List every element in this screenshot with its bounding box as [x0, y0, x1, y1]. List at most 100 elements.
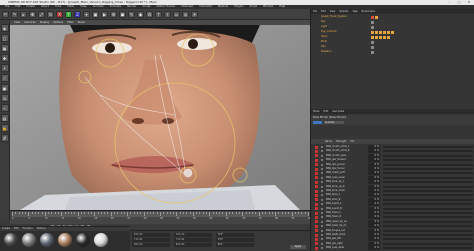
render-settings-icon[interactable]: ⚙	[110, 10, 117, 18]
morph-value[interactable]: 0 %	[368, 193, 380, 198]
material-menu-create[interactable]: Create	[0, 227, 12, 231]
model-mode-icon[interactable]: ◻	[0, 34, 9, 42]
render-view-icon[interactable]: ▣	[92, 10, 99, 18]
tag-icon[interactable]	[371, 40, 374, 44]
material-swatch[interactable]	[22, 233, 36, 247]
object-row[interactable]: Hair	[311, 45, 474, 49]
z-axis-icon[interactable]: Z	[74, 10, 81, 18]
morph-value[interactable]: 0 %	[368, 162, 380, 167]
cube-icon[interactable]: ◼	[119, 10, 126, 18]
morph-value[interactable]: 0 %	[368, 246, 380, 251]
morph-slider[interactable]	[383, 229, 473, 232]
object-menu-view[interactable]: View	[328, 9, 338, 14]
make-editable-icon[interactable]: ◈	[0, 24, 9, 32]
object-menu-bookmarks[interactable]: Bookmarks	[360, 9, 377, 14]
morph-row[interactable]: M66_mouth_smile_L 0 %	[313, 145, 473, 149]
rotate-icon[interactable]: ↻	[47, 10, 54, 18]
morph-value[interactable]: 0 %	[368, 206, 380, 211]
morph-row[interactable]: M66_frown_R 0 %	[313, 215, 473, 220]
attribute-tab-0[interactable]: Mode	[311, 109, 322, 114]
morph-checkbox[interactable]	[315, 149, 318, 153]
tag-icon[interactable]	[375, 35, 378, 39]
timeline[interactable]: 051015202530354045505560657075808590	[10, 210, 311, 224]
morph-value[interactable]: 0 %	[368, 184, 380, 189]
morph-slider[interactable]	[383, 168, 473, 170]
undo-icon[interactable]: ↶	[2, 10, 9, 18]
coord-field[interactable]: Z 0 cm	[174, 243, 212, 247]
morph-row[interactable]: M66_tongue_out 0 %	[313, 228, 473, 233]
object-row[interactable]: Light	[311, 25, 474, 29]
morph-slider[interactable]	[383, 216, 473, 219]
active-tab[interactable]	[313, 121, 322, 124]
y-axis-icon[interactable]: Y	[65, 10, 72, 18]
morph-checkbox[interactable]	[315, 189, 318, 193]
tag-icon[interactable]	[371, 20, 374, 24]
morph-row[interactable]: M66_mouth_smile_R 0 %	[313, 149, 473, 154]
morph-value[interactable]: 0 %	[368, 215, 380, 220]
pen-icon[interactable]: ✎	[128, 10, 135, 18]
morph-checkbox[interactable]	[315, 145, 318, 149]
morph-row[interactable]: M66_jaw_left 0 %	[313, 237, 473, 242]
morph-row[interactable]: M66_cheek_puff 0 %	[313, 171, 473, 176]
morph-slider[interactable]	[383, 163, 473, 166]
material-swatch[interactable]	[76, 233, 90, 247]
morph-checkbox[interactable]	[315, 207, 318, 211]
tag-icon[interactable]	[371, 25, 374, 29]
viewport[interactable]	[10, 25, 310, 210]
object-label[interactable]: Joseph_Facial_System	[321, 15, 347, 19]
object-row[interactable]: Body	[311, 40, 474, 44]
object-menu-tags[interactable]: Tags	[350, 9, 359, 14]
material-menu-function[interactable]: Function	[21, 227, 35, 231]
morph-row[interactable]: M66_brow_down 0 %	[313, 189, 473, 193]
subdiv-icon[interactable]: ◆	[137, 10, 144, 18]
coord-field[interactable]: Y 0 cm	[132, 238, 170, 242]
object-row[interactable]: Sky	[311, 20, 474, 24]
texture-mode-icon[interactable]: ▦	[0, 44, 9, 52]
morph-checkbox[interactable]	[315, 229, 318, 233]
magnet-icon[interactable]: ⊙	[0, 94, 9, 102]
morph-checkbox[interactable]	[315, 220, 318, 224]
camera-icon[interactable]: ◎	[182, 10, 189, 18]
morph-row[interactable]: M66_blink_L 0 %	[313, 193, 473, 198]
coord-field[interactable]: P 0°	[216, 238, 254, 242]
morph-value[interactable]: 0 %	[368, 145, 380, 149]
mode-combo[interactable]: Animate	[324, 121, 344, 124]
morph-value[interactable]: 0 %	[368, 158, 380, 163]
morph-row[interactable]: M66_lips_funnel 0 %	[313, 167, 473, 171]
array-icon[interactable]: ⁂	[146, 10, 153, 18]
polygons-mode-icon[interactable]: ▣	[0, 84, 9, 92]
morph-row[interactable]: M66_lips_pucker 0 %	[313, 162, 473, 167]
morph-slider[interactable]	[383, 176, 473, 179]
morph-value[interactable]: 0 %	[368, 175, 380, 180]
morph-slider[interactable]	[383, 234, 473, 236]
tag-icon[interactable]	[371, 30, 374, 34]
morph-slider[interactable]	[383, 220, 473, 223]
morph-slider[interactable]	[383, 150, 473, 153]
morph-checkbox[interactable]	[315, 193, 318, 197]
axis-mode-icon[interactable]: ✚	[0, 54, 9, 62]
coord-icon[interactable]: ⌖	[83, 10, 90, 18]
object-label[interactable]: Skeleton	[321, 50, 331, 54]
morph-value[interactable]: 0 %	[368, 153, 380, 158]
morph-row[interactable]: M66_nose_sneer 0 %	[313, 175, 473, 180]
morph-checkbox[interactable]	[315, 158, 318, 162]
morph-value[interactable]: 0 %	[368, 224, 380, 229]
morph-value[interactable]: 0 %	[368, 197, 380, 202]
morph-slider[interactable]	[383, 181, 473, 184]
coord-field[interactable]: X 0 cm	[174, 233, 212, 237]
floor-icon[interactable]: ▭	[173, 10, 180, 18]
morph-row[interactable]: M66_squint_L 0 %	[313, 202, 473, 207]
scale-icon[interactable]: ⤢	[38, 10, 45, 18]
coord-field[interactable]: X 0 cm	[132, 233, 170, 237]
morph-value[interactable]: 0 %	[368, 233, 380, 237]
object-row[interactable]: Eye_Controls	[311, 30, 474, 34]
object-row[interactable]: Joseph_Facial_System	[311, 15, 474, 19]
apply-button[interactable]: Apply	[290, 245, 306, 249]
tag-icon[interactable]	[383, 35, 386, 39]
morph-value[interactable]: 0 %	[368, 241, 380, 246]
morph-slider[interactable]	[383, 159, 473, 162]
morph-checkbox[interactable]	[315, 167, 318, 171]
morph-row[interactable]: M66_upper_lip_up 0 %	[313, 219, 473, 224]
material-swatch[interactable]	[94, 233, 108, 247]
tag-icon[interactable]	[387, 30, 390, 34]
